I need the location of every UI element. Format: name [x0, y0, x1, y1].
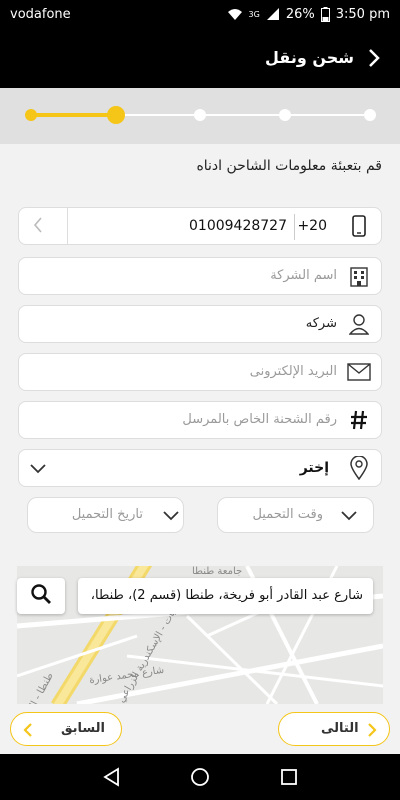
step-1-dot: [25, 109, 37, 121]
step-2-dot: [107, 106, 125, 124]
next-button[interactable]: التالى: [278, 712, 390, 746]
next-label: التالى: [321, 721, 359, 736]
chevron-down-icon: [29, 460, 47, 479]
chevron-right-icon: [367, 722, 377, 742]
previous-label: السابق: [60, 721, 105, 736]
search-icon: [30, 583, 52, 609]
map-label-mosque: جامعة طنطا: [192, 566, 243, 577]
chevron-down-icon: [162, 507, 180, 526]
signal-icon: [266, 7, 280, 21]
battery-percent: 26%: [285, 6, 315, 22]
building-icon: [347, 264, 371, 288]
network-type: 3G: [248, 9, 260, 19]
wizard-nav-bar: السابق التالى: [0, 704, 400, 754]
recents-square-icon[interactable]: [278, 766, 300, 788]
map-search-button[interactable]: [17, 578, 65, 614]
envelope-icon: [347, 360, 371, 384]
divider: [67, 208, 68, 244]
step-5-dot: [364, 109, 376, 121]
hash-icon: [347, 408, 371, 432]
instruction-text: قم بتعبئة معلومات الشاحن ادناه: [196, 158, 382, 174]
location-dropdown[interactable]: إختر: [18, 449, 382, 487]
previous-button[interactable]: السابق: [10, 712, 122, 746]
country-code[interactable]: +20: [297, 218, 327, 234]
clock: 3:50 pm: [335, 6, 390, 22]
account-type-field[interactable]: شركه: [18, 305, 382, 343]
step-3-dot: [194, 109, 206, 121]
company-name-field[interactable]: اسم الشركة: [18, 257, 382, 295]
progress-stepper: [0, 88, 400, 144]
email-field[interactable]: البريد الإلكترونى: [18, 353, 382, 391]
status-bar: vodafone 3G 26% 3:50 pm: [0, 0, 400, 28]
app-bar: شحن ونقل: [0, 28, 400, 88]
loading-time-placeholder: وقت التحميل: [252, 507, 323, 522]
chevron-left-icon: [23, 722, 33, 742]
company-name-placeholder: اسم الشركة: [270, 268, 337, 283]
wifi-icon: [227, 7, 243, 21]
step-4-dot: [279, 109, 291, 121]
back-triangle-icon[interactable]: [100, 766, 122, 788]
user-icon: [347, 312, 371, 336]
back-chevron-icon[interactable]: [362, 46, 386, 70]
chevron-down-icon: [340, 507, 358, 526]
battery-icon: [320, 6, 330, 22]
chevron-left-icon[interactable]: [33, 216, 43, 238]
phone-number-input[interactable]: 01009428727: [189, 218, 287, 234]
stepper-progress: [30, 113, 116, 117]
phone-field[interactable]: +20 01009428727: [18, 207, 382, 245]
shipment-number-field[interactable]: رقم الشحنة الخاص بالمرسل: [18, 401, 382, 439]
account-type-value: شركه: [305, 316, 337, 331]
carrier-name: vodafone: [10, 6, 71, 22]
loading-date-placeholder: تاريخ التحميل: [71, 507, 143, 522]
address-search-input[interactable]: شارع عبد القادر أبو فريخة، طنطا (قسم 2)،…: [78, 578, 373, 614]
shipment-number-placeholder: رقم الشحنة الخاص بالمرسل: [182, 412, 337, 427]
home-circle-icon[interactable]: [189, 766, 211, 788]
system-nav-bar: [0, 754, 400, 800]
map-pin-icon: [347, 456, 371, 480]
email-placeholder: البريد الإلكترونى: [249, 364, 337, 379]
page-title: شحن ونقل: [265, 48, 354, 67]
location-dropdown-value: إختر: [299, 460, 329, 476]
address-text: شارع عبد القادر أبو فريخة، طنطا (قسم 2)،…: [90, 588, 363, 603]
loading-time-select[interactable]: وقت التحميل: [217, 497, 374, 533]
divider: [294, 214, 295, 240]
loading-date-select[interactable]: تاريخ التحميل: [27, 497, 184, 533]
mobile-phone-icon: [347, 214, 371, 238]
